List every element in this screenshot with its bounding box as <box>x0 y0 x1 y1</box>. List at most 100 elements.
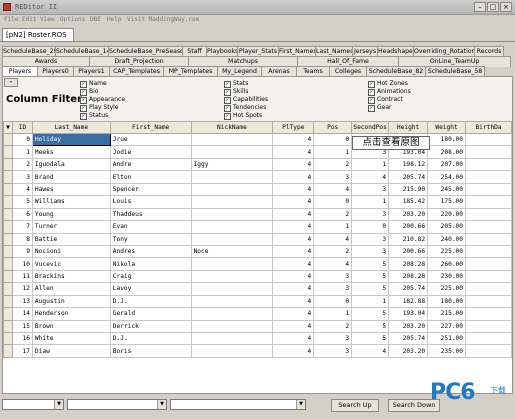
row-header-cell[interactable] <box>3 145 13 159</box>
table-cell[interactable]: Young <box>31 207 111 222</box>
table-cell[interactable] <box>465 232 512 246</box>
table-cell[interactable]: Hawes <box>31 182 111 197</box>
table-cell[interactable]: 4 <box>272 294 315 309</box>
table-cell[interactable]: 14 <box>11 307 33 321</box>
table-cell[interactable]: 4 <box>272 132 315 147</box>
filter-checkbox-stats[interactable]: Stats <box>224 80 268 88</box>
table-cell[interactable]: 205.00 <box>427 220 466 234</box>
table-row[interactable]: 0 Holiday Jrue 4 0 180.00 <box>3 132 512 147</box>
table-cell[interactable] <box>190 220 274 234</box>
table-cell[interactable]: 9 <box>11 244 33 259</box>
table-cell[interactable]: 4 <box>272 207 315 222</box>
menu-options[interactable]: Options <box>60 16 85 23</box>
table-cell[interactable] <box>465 294 512 309</box>
table-cell[interactable]: 260.00 <box>427 257 466 271</box>
table-row[interactable]: 16 White D.J. 4 3 5 205.74 251.00 <box>3 331 512 346</box>
collapse-filter-button[interactable]: - <box>4 78 18 87</box>
minimize-button[interactable]: – <box>474 2 486 12</box>
table-row[interactable]: 4 Hawes Spencer 4 4 3 215.90 245.00 <box>3 182 512 197</box>
table-cell[interactable] <box>190 344 274 358</box>
table-cell[interactable]: 13 <box>11 294 33 309</box>
table-cell[interactable]: 180.00 <box>427 132 466 147</box>
table-row[interactable]: 13 Augustin D.J. 4 0 1 182.88 180.00 <box>3 294 512 309</box>
search-up-button[interactable]: Search Up <box>331 399 379 412</box>
table-cell[interactable]: Nikola <box>109 257 192 271</box>
table-cell[interactable]: Augustin <box>31 294 111 309</box>
table-cell[interactable]: Henderson <box>31 307 111 321</box>
table-cell[interactable]: 203.20 <box>388 319 429 334</box>
table-cell[interactable]: 245.00 <box>427 182 466 197</box>
maximize-button[interactable]: □ <box>487 2 499 12</box>
menu-view[interactable]: View <box>40 16 54 23</box>
grid-corner[interactable]: ▼ <box>3 121 13 134</box>
table-cell[interactable]: Brackins <box>31 269 111 284</box>
filter-checkbox-skills[interactable]: Skills <box>224 88 268 96</box>
table-cell[interactable]: 3 <box>351 232 390 246</box>
table-cell[interactable]: 1 <box>313 307 353 321</box>
table-cell[interactable]: 4 <box>313 182 353 197</box>
table-cell[interactable] <box>465 282 512 296</box>
table-cell[interactable]: 203.20 <box>388 207 429 222</box>
table-cell[interactable]: 5 <box>351 282 390 296</box>
table-row[interactable]: 6 Young Thaddeus 4 2 3 203.20 220.00 <box>3 207 512 222</box>
column-header[interactable]: Height <box>388 121 429 134</box>
table-cell[interactable] <box>465 257 512 271</box>
row-header-cell[interactable] <box>3 195 13 209</box>
table-cell[interactable]: 225.00 <box>427 244 466 259</box>
table-cell[interactable]: 1 <box>313 220 353 234</box>
table-cell[interactable]: 5 <box>351 319 390 334</box>
row-header-cell[interactable] <box>3 132 13 147</box>
table-row[interactable]: 8 Battie Tony 4 4 3 210.82 240.00 <box>3 232 512 246</box>
table-cell[interactable]: Jrue <box>109 132 192 147</box>
table-cell[interactable]: 215.90 <box>388 182 429 197</box>
row-header-cell[interactable] <box>3 232 13 246</box>
filter-checkbox-hot-zones[interactable]: Hot Zones <box>368 80 411 88</box>
table-cell[interactable]: 2 <box>313 207 353 222</box>
table-cell[interactable]: 254.00 <box>427 170 466 184</box>
table-cell[interactable]: 0 <box>11 132 33 147</box>
table-cell[interactable] <box>465 344 512 358</box>
close-button[interactable]: × <box>500 2 512 12</box>
table-cell[interactable]: 10 <box>11 257 33 271</box>
table-cell[interactable]: 0 <box>351 220 390 234</box>
table-cell[interactable]: 2 <box>313 157 353 172</box>
table-cell[interactable] <box>465 220 512 234</box>
table-cell[interactable]: 4 <box>272 282 315 296</box>
table-cell[interactable]: Jodie <box>109 145 192 159</box>
table-cell[interactable]: 175.00 <box>427 195 466 209</box>
filter-checkbox-bio[interactable]: Bio <box>80 88 125 96</box>
table-cell[interactable]: 4 <box>272 232 315 246</box>
table-cell[interactable]: 4 <box>272 319 315 334</box>
menu-edit[interactable]: Edit <box>22 16 36 23</box>
row-header-cell[interactable] <box>3 307 13 321</box>
table-cell[interactable]: Battie <box>31 232 111 246</box>
table-cell[interactable]: 207.00 <box>427 157 466 172</box>
table-cell[interactable]: 200.66 <box>388 220 429 234</box>
table-cell[interactable]: Allen <box>31 282 111 296</box>
column-header[interactable]: Pos <box>313 121 353 134</box>
table-cell[interactable]: 200.66 <box>388 244 429 259</box>
column-header[interactable]: ID <box>11 121 33 134</box>
table-cell[interactable]: 4 <box>351 344 390 358</box>
table-cell[interactable]: 4 <box>272 182 315 197</box>
column-header[interactable]: First_Name <box>109 121 192 134</box>
table-cell[interactable] <box>190 232 274 246</box>
table-cell[interactable]: Vucevic <box>31 257 111 271</box>
table-cell[interactable]: 4 <box>272 244 315 259</box>
table-cell[interactable]: 1 <box>351 157 390 172</box>
table-row[interactable]: 1 Meeks Jodie 4 1 3 193.04 208.00 <box>3 145 512 159</box>
table-cell[interactable]: 3 <box>351 207 390 222</box>
table-cell[interactable]: Turner <box>31 220 111 234</box>
table-cell[interactable]: 225.00 <box>427 282 466 296</box>
table-cell[interactable]: Tony <box>109 232 192 246</box>
table-cell[interactable]: 4 <box>272 220 315 234</box>
table-cell[interactable] <box>465 170 512 184</box>
table-cell[interactable] <box>190 307 274 321</box>
row-header-cell[interactable] <box>3 344 13 358</box>
table-cell[interactable]: 0 <box>313 294 353 309</box>
table-cell[interactable]: 198.12 <box>388 157 429 172</box>
table-row[interactable]: 17 Diaw Boris 4 3 4 203.20 235.00 <box>3 344 512 358</box>
table-cell[interactable] <box>190 207 274 222</box>
table-cell[interactable]: Elton <box>109 170 192 184</box>
table-cell[interactable]: 4 <box>272 257 315 271</box>
